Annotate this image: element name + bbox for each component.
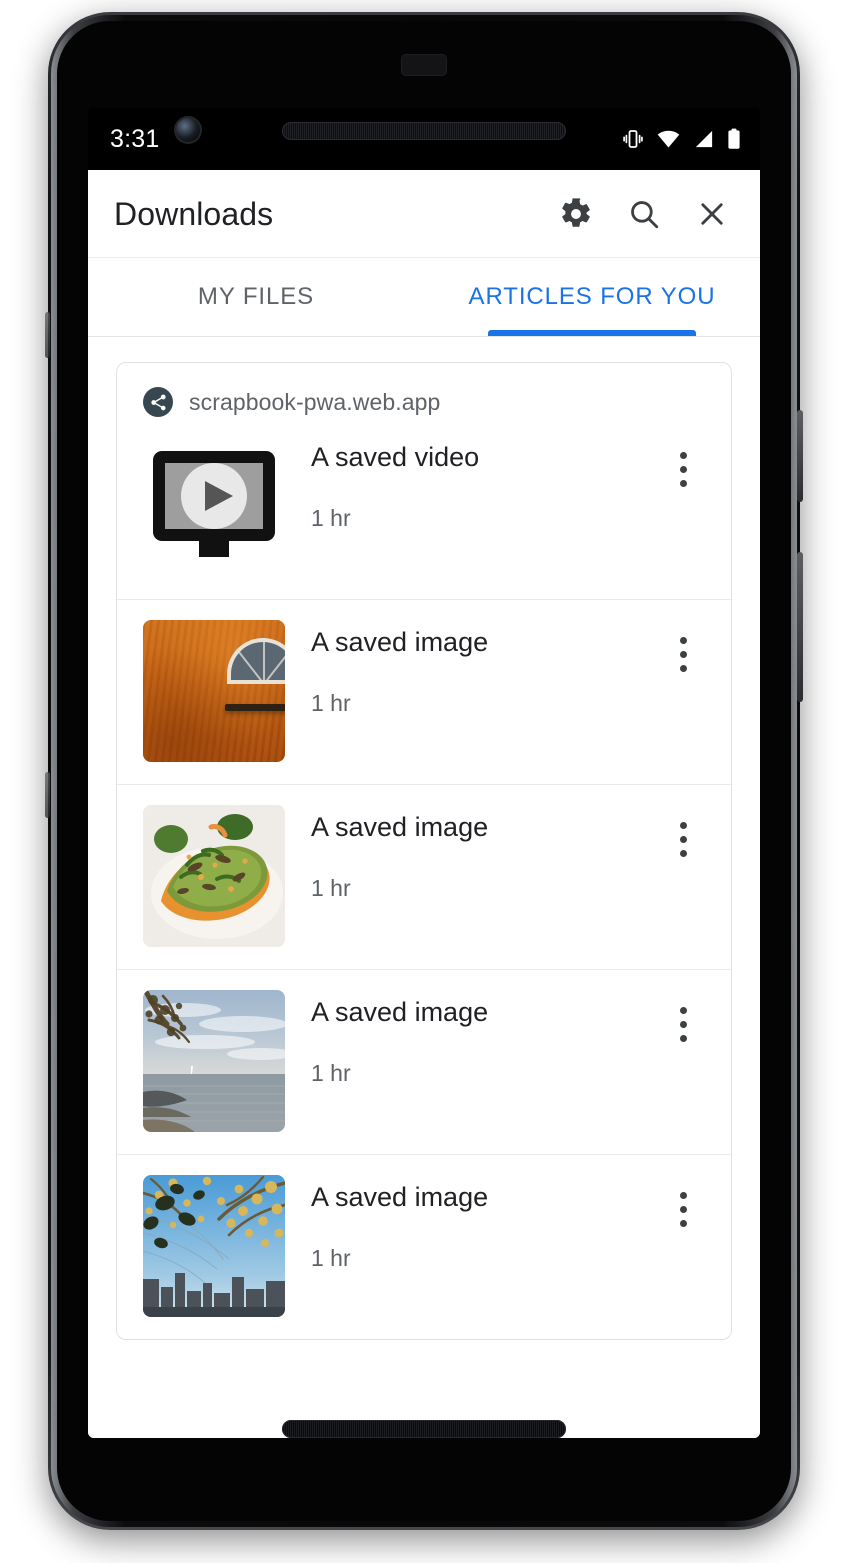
lake-shore-photo: [143, 990, 285, 1132]
tab-my-files-label: MY FILES: [197, 283, 315, 310]
wall-ledge-detail: [225, 704, 285, 711]
status-icon-group: [621, 127, 742, 151]
tab-my-files[interactable]: MY FILES: [88, 258, 424, 336]
row-title: A saved video: [311, 442, 480, 472]
overflow-menu-icon[interactable]: [657, 437, 709, 501]
cellular-signal-icon: [692, 127, 715, 151]
proximity-sensor: [401, 54, 447, 76]
download-row[interactable]: A saved image 1 hr: [117, 969, 731, 1154]
row-text-block: A saved image 1 hr: [285, 1175, 657, 1272]
row-subtitle: 1 hr: [311, 505, 351, 532]
download-thumbnail: [143, 805, 285, 947]
row-title: A saved image: [311, 627, 489, 657]
row-subtitle: 1 hr: [311, 1245, 351, 1272]
download-row[interactable]: A saved image 1 hr: [117, 1154, 731, 1339]
card-origin-header: scrapbook-pwa.web.app: [117, 363, 731, 435]
antenna-band-bottom: [45, 772, 50, 818]
search-button[interactable]: [618, 188, 670, 240]
phone-device-frame: 3:31 Downloads MY FILES ARTICLES FOR YOU…: [45, 12, 803, 1530]
overflow-menu-icon[interactable]: [657, 622, 709, 686]
downloads-list[interactable]: scrapbook-pwa.web.app A saved video 1 hr…: [88, 336, 760, 1438]
earpiece-speaker: [282, 122, 566, 140]
power-button[interactable]: [797, 410, 803, 502]
download-thumbnail: [143, 1175, 285, 1317]
overflow-menu-icon[interactable]: [657, 807, 709, 871]
video-placeholder-icon: [143, 435, 285, 577]
battery-icon: [726, 127, 742, 151]
row-subtitle: 1 hr: [311, 690, 351, 717]
avocado-toast-photo: [143, 805, 285, 947]
tab-bar: MY FILES ARTICLES FOR YOU: [88, 258, 760, 336]
tab-articles-for-you-label: ARTICLES FOR YOU: [468, 283, 716, 310]
row-text-block: A saved image 1 hr: [285, 620, 657, 717]
download-group-card: scrapbook-pwa.web.app A saved video 1 hr…: [116, 362, 732, 1340]
volume-button[interactable]: [797, 552, 803, 702]
tab-articles-for-you[interactable]: ARTICLES FOR YOU: [424, 258, 760, 336]
row-title: A saved image: [311, 812, 489, 842]
status-clock: 3:31: [110, 124, 160, 153]
search-icon: [627, 197, 661, 231]
row-title: A saved image: [311, 1182, 489, 1212]
share-icon: [143, 387, 173, 417]
page-title: Downloads: [114, 195, 274, 232]
row-subtitle: 1 hr: [311, 1060, 351, 1087]
close-icon: [695, 197, 729, 231]
front-camera: [174, 116, 202, 144]
download-row[interactable]: A saved image 1 hr: [117, 599, 731, 784]
download-thumbnail: [143, 620, 285, 762]
download-row[interactable]: A saved video 1 hr: [117, 435, 731, 599]
download-row[interactable]: A saved image 1 hr: [117, 784, 731, 969]
antenna-band-top: [45, 312, 50, 358]
city-skyline-autumn-branches-photo: [143, 1175, 285, 1317]
row-text-block: A saved image 1 hr: [285, 990, 657, 1087]
overflow-menu-icon[interactable]: [657, 1177, 709, 1241]
app-toolbar: Downloads: [88, 170, 760, 258]
toolbar-actions: [550, 188, 738, 240]
wifi-icon: [656, 127, 681, 151]
row-text-block: A saved image 1 hr: [285, 805, 657, 902]
row-title: A saved image: [311, 997, 489, 1027]
vibrate-icon: [621, 127, 645, 151]
origin-url: scrapbook-pwa.web.app: [189, 388, 441, 415]
bottom-speaker: [282, 1420, 566, 1438]
active-tab-indicator: [488, 330, 696, 336]
settings-button[interactable]: [550, 188, 602, 240]
overflow-menu-icon[interactable]: [657, 992, 709, 1056]
close-button[interactable]: [686, 188, 738, 240]
download-thumbnail: [143, 990, 285, 1132]
gear-icon: [559, 197, 593, 231]
downloads-app-window: Downloads MY FILES ARTICLES FOR YOU scra…: [88, 170, 760, 1438]
row-text-block: A saved video 1 hr: [285, 435, 657, 532]
phone-screen: 3:31 Downloads MY FILES ARTICLES FOR YOU…: [88, 108, 760, 1438]
row-subtitle: 1 hr: [311, 875, 351, 902]
